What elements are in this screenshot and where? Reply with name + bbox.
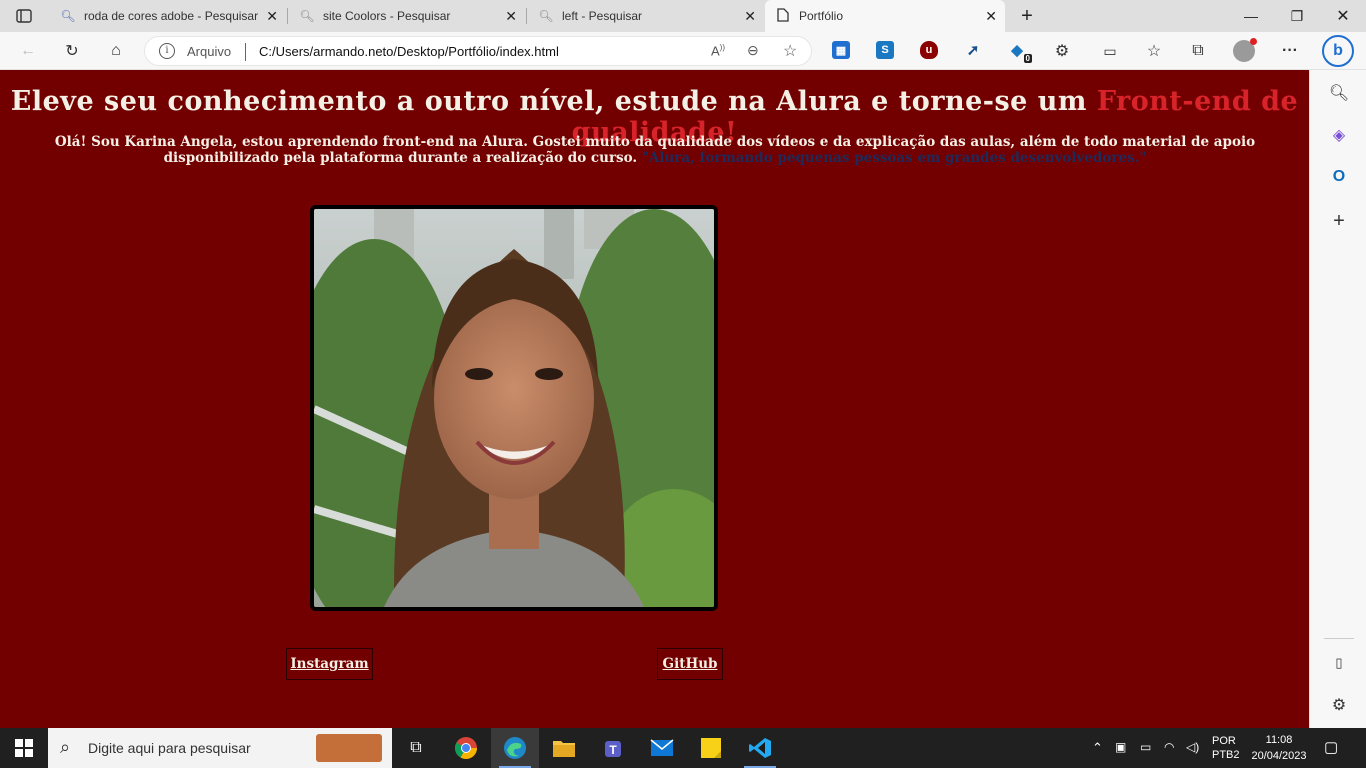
search-icon[interactable]: 🔍︎ [1328, 82, 1350, 104]
language-label: POR [1212, 735, 1236, 747]
zoom-out-icon[interactable]: ⊖ [747, 42, 759, 59]
wifi-icon[interactable]: ◠ [1164, 740, 1174, 754]
close-icon[interactable]: ✕ [266, 8, 278, 25]
close-icon[interactable]: ✕ [744, 8, 756, 25]
collections-extension-icon[interactable]: ▦ [832, 41, 850, 59]
browser-toolbar: ← ↻ ⌂ i Arquivo C:/Users/armando.neto/De… [0, 32, 1366, 70]
tab-portfolio[interactable]: Portfólio ✕ [765, 0, 1005, 32]
tab-label: site Coolors - Pesquisar [323, 9, 451, 23]
search-icon: 🔍︎ [299, 9, 315, 23]
close-icon[interactable]: ✕ [505, 8, 517, 25]
notification-icon[interactable]: ▢ [1324, 738, 1338, 756]
settings-gear-icon[interactable]: ⚙ [1328, 694, 1350, 716]
close-window-button[interactable]: ✕ [1320, 0, 1366, 32]
tab-left[interactable]: 🔍︎ left - Pesquisar ✕ [528, 0, 764, 32]
taskbar-search-placeholder: Digite aqui para pesquisar [88, 740, 251, 756]
sticky-notes-icon[interactable] [687, 728, 735, 768]
vscode-icon[interactable] [736, 728, 784, 768]
chrome-icon[interactable] [442, 728, 490, 768]
restore-button[interactable]: ❐ [1274, 0, 1320, 32]
address-bar[interactable]: i Arquivo C:/Users/armando.neto/Desktop/… [144, 36, 812, 66]
tab-actions-icon[interactable] [10, 2, 38, 30]
tab-separator [287, 8, 288, 24]
svg-text:T: T [609, 743, 617, 757]
cast-icon[interactable]: ▭ [1096, 37, 1124, 65]
favorite-add-icon[interactable]: ☆ [783, 41, 797, 61]
intro-paragraph: Olá! Sou Karina Angela, estou aprendendo… [30, 134, 1280, 166]
windows-start-icon[interactable] [0, 728, 48, 768]
page-icon [775, 7, 791, 25]
instagram-link[interactable]: Instagram [286, 648, 373, 680]
more-options-icon[interactable]: ··· [1276, 37, 1304, 65]
mail-icon[interactable] [638, 728, 686, 768]
extension-badge-icon[interactable]: ◆ 0 [1008, 41, 1032, 63]
tab-roda-de-cores[interactable]: 🔍︎ roda de cores adobe - Pesquisar ✕ [50, 0, 286, 32]
teams-icon[interactable]: T [589, 728, 637, 768]
minimize-button[interactable]: — [1228, 0, 1274, 32]
refresh-icon[interactable]: ↻ [58, 37, 86, 65]
tab-label: Portfólio [799, 9, 844, 23]
tab-separator [526, 8, 527, 24]
tray-device-icon[interactable]: ▣ [1115, 740, 1126, 754]
info-icon[interactable]: i [159, 43, 175, 59]
extension-arrow-icon[interactable]: ➚ [964, 41, 982, 59]
search-icon: 🔍︎ [60, 9, 76, 23]
windows-taskbar: ⌕ Digite aqui para pesquisar ⧉ T ⌃ ▣ ▭ ◠… [0, 728, 1366, 768]
search-highlight-image [316, 734, 382, 762]
edge-sidebar: 🔍︎ ◈ O + ▯ ⚙ [1309, 70, 1366, 728]
add-icon[interactable]: + [1328, 210, 1350, 232]
battery-icon[interactable]: ▭ [1140, 740, 1151, 754]
sidebar-toggle-icon[interactable]: ▯ [1328, 652, 1350, 674]
divider [1324, 638, 1354, 639]
tab-label: left - Pesquisar [562, 9, 643, 23]
outlook-icon[interactable]: O [1328, 166, 1350, 188]
intro-quote: "Alura, formando pequenas pessoas em gra… [641, 150, 1147, 166]
search-icon: ⌕ [60, 737, 71, 757]
office-icon[interactable]: ◈ [1328, 124, 1350, 146]
extensions-icon[interactable]: ⚙ [1048, 37, 1076, 65]
security-label: Arquivo [187, 44, 232, 59]
back-arrow-icon[interactable]: ← [14, 37, 42, 65]
profile-avatar[interactable] [1230, 37, 1258, 65]
search-icon: 🔍︎ [538, 9, 554, 23]
taskbar-search[interactable]: ⌕ Digite aqui para pesquisar [48, 728, 392, 768]
favorites-icon[interactable]: ☆ [1140, 37, 1168, 65]
tray-chevron-icon[interactable]: ⌃ [1092, 740, 1103, 756]
ublock-icon[interactable]: u [920, 41, 938, 59]
tab-label: roda de cores adobe - Pesquisar [84, 9, 259, 23]
edge-icon[interactable] [491, 728, 539, 768]
clock-date: 20/04/2023 [1251, 750, 1307, 762]
clock[interactable]: 11:08 20/04/2023 [1248, 732, 1310, 764]
tab-bar: 🔍︎ roda de cores adobe - Pesquisar ✕ 🔍︎ … [0, 0, 1366, 32]
portfolio-page: Eleve seu conhecimento a outro nível, es… [0, 70, 1309, 728]
divider [245, 43, 246, 61]
keyboard-label: PTB2 [1212, 749, 1240, 761]
profile-photo [310, 205, 718, 611]
badge-count: 0 [1023, 54, 1032, 63]
collections-icon[interactable]: ⧉ [1184, 37, 1212, 65]
github-link[interactable]: GitHub [657, 648, 723, 680]
file-explorer-icon[interactable] [540, 728, 588, 768]
read-aloud-icon[interactable]: A)) [711, 43, 725, 58]
skype-extension-icon[interactable]: S [876, 41, 894, 59]
headline-text: Eleve seu conhecimento a outro nível, es… [10, 86, 1097, 117]
task-view-icon[interactable]: ⧉ [392, 728, 440, 768]
clock-time: 11:08 [1265, 734, 1293, 746]
url-text[interactable]: C:/Users/armando.neto/Desktop/Portfólio/… [259, 44, 559, 59]
new-tab-button[interactable]: + [1004, 0, 1050, 32]
home-icon[interactable]: ⌂ [102, 37, 130, 65]
tab-site-coolors[interactable]: 🔍︎ site Coolors - Pesquisar ✕ [289, 0, 525, 32]
volume-icon[interactable]: ◁) [1186, 740, 1199, 754]
bing-chat-icon[interactable]: b [1322, 35, 1354, 67]
language-indicator[interactable]: POR PTB2 [1212, 734, 1240, 762]
close-icon[interactable]: ✕ [985, 8, 997, 25]
